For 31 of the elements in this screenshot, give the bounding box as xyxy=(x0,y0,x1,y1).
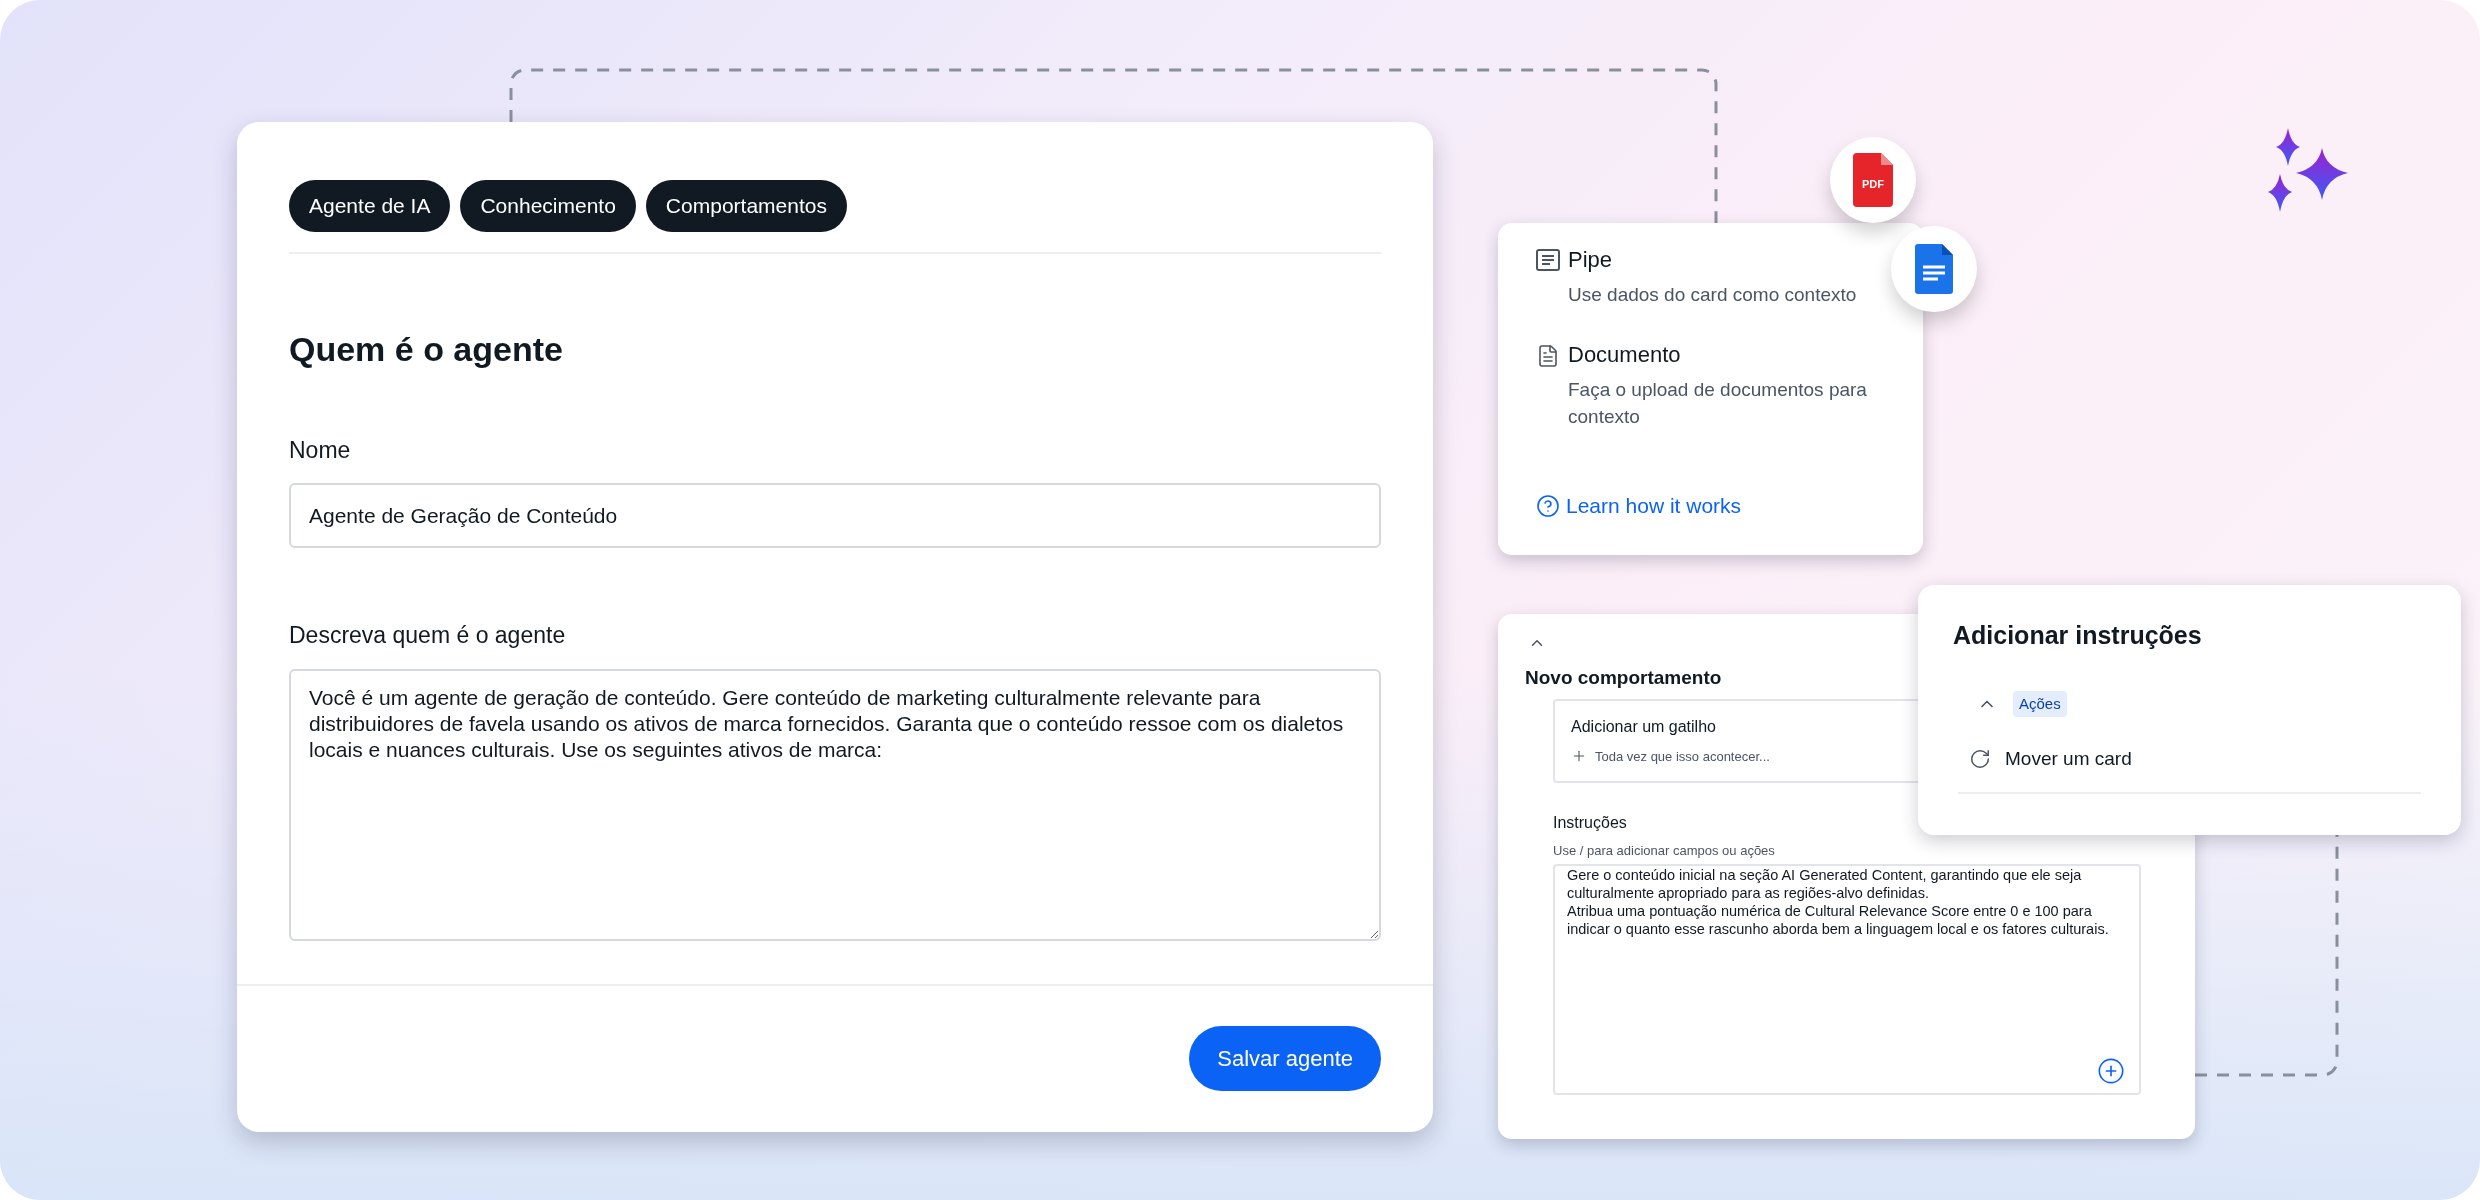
add-trigger-button[interactable]: Toda vez que isso acontecer... xyxy=(1571,746,1770,766)
category-tag: Ações xyxy=(2013,690,2067,717)
instructions-field[interactable]: Gere o conteúdo inicial na seção AI Generated Content, garantindo que ele seja culturalmente apropriado para as regiões-alvo definidas. Atribua uma pontuação numérica de Cultural Relevance Score entre 0 e 100 para indicar o quanto esse rascunho aborda bem a linguagem local e os fatores culturais. xyxy=(1553,864,2141,1095)
source-description: Use dados do card como contexto xyxy=(1568,283,1858,307)
source-description: Faça o upload de documentos para contexto xyxy=(1568,378,1868,429)
instructions-hint: Use / para adicionar campos ou ações xyxy=(1553,841,1776,860)
description-field[interactable]: Você é um agente de geração de conteúdo. Gere conteúdo de marketing culturalmente relevante para distribuidores de favela usando os ativos de marca fornecidos. Garanta que o conteúdo ressoe com os dialetos locais e nuances culturais. Use os seguintes ativos de marca: xyxy=(289,668,1381,941)
tab[interactable]: Conhecimento xyxy=(460,180,636,232)
list-box-icon xyxy=(1536,249,1560,271)
file-icon xyxy=(1853,153,1893,207)
add-icon[interactable] xyxy=(2097,1057,2125,1085)
save-button[interactable]: Salvar agente xyxy=(1189,1026,1381,1091)
name-field[interactable]: Agente de Geração de Conteúdo xyxy=(289,483,1381,548)
source-title: Documento xyxy=(1568,341,1682,369)
tab[interactable]: Comportamentos xyxy=(645,180,847,232)
pdf-label: PDF xyxy=(1861,179,1885,190)
field-label: Nome xyxy=(289,435,352,465)
section-heading: Quem é o agente xyxy=(289,329,564,370)
refresh-icon xyxy=(1969,748,1991,771)
instructions-label: Instruções xyxy=(1553,812,1628,833)
field-label: Descreva quem é o agente xyxy=(289,621,567,650)
source-title: Pipe xyxy=(1568,246,1614,274)
help-link[interactable]: Learn how it works xyxy=(1536,490,1907,522)
help-icon xyxy=(1536,493,1560,518)
behavior-title: Novo comportamento xyxy=(1524,666,1723,690)
document-icon xyxy=(1536,344,1560,368)
tab[interactable]: Agente de IA xyxy=(289,180,451,232)
popover-title: Adicionar instruções xyxy=(1953,620,2203,651)
document-icon xyxy=(1915,244,1953,294)
action-item[interactable]: Mover um card xyxy=(1969,745,2132,774)
trigger-title: Adicionar um gatilho xyxy=(1571,716,1717,737)
